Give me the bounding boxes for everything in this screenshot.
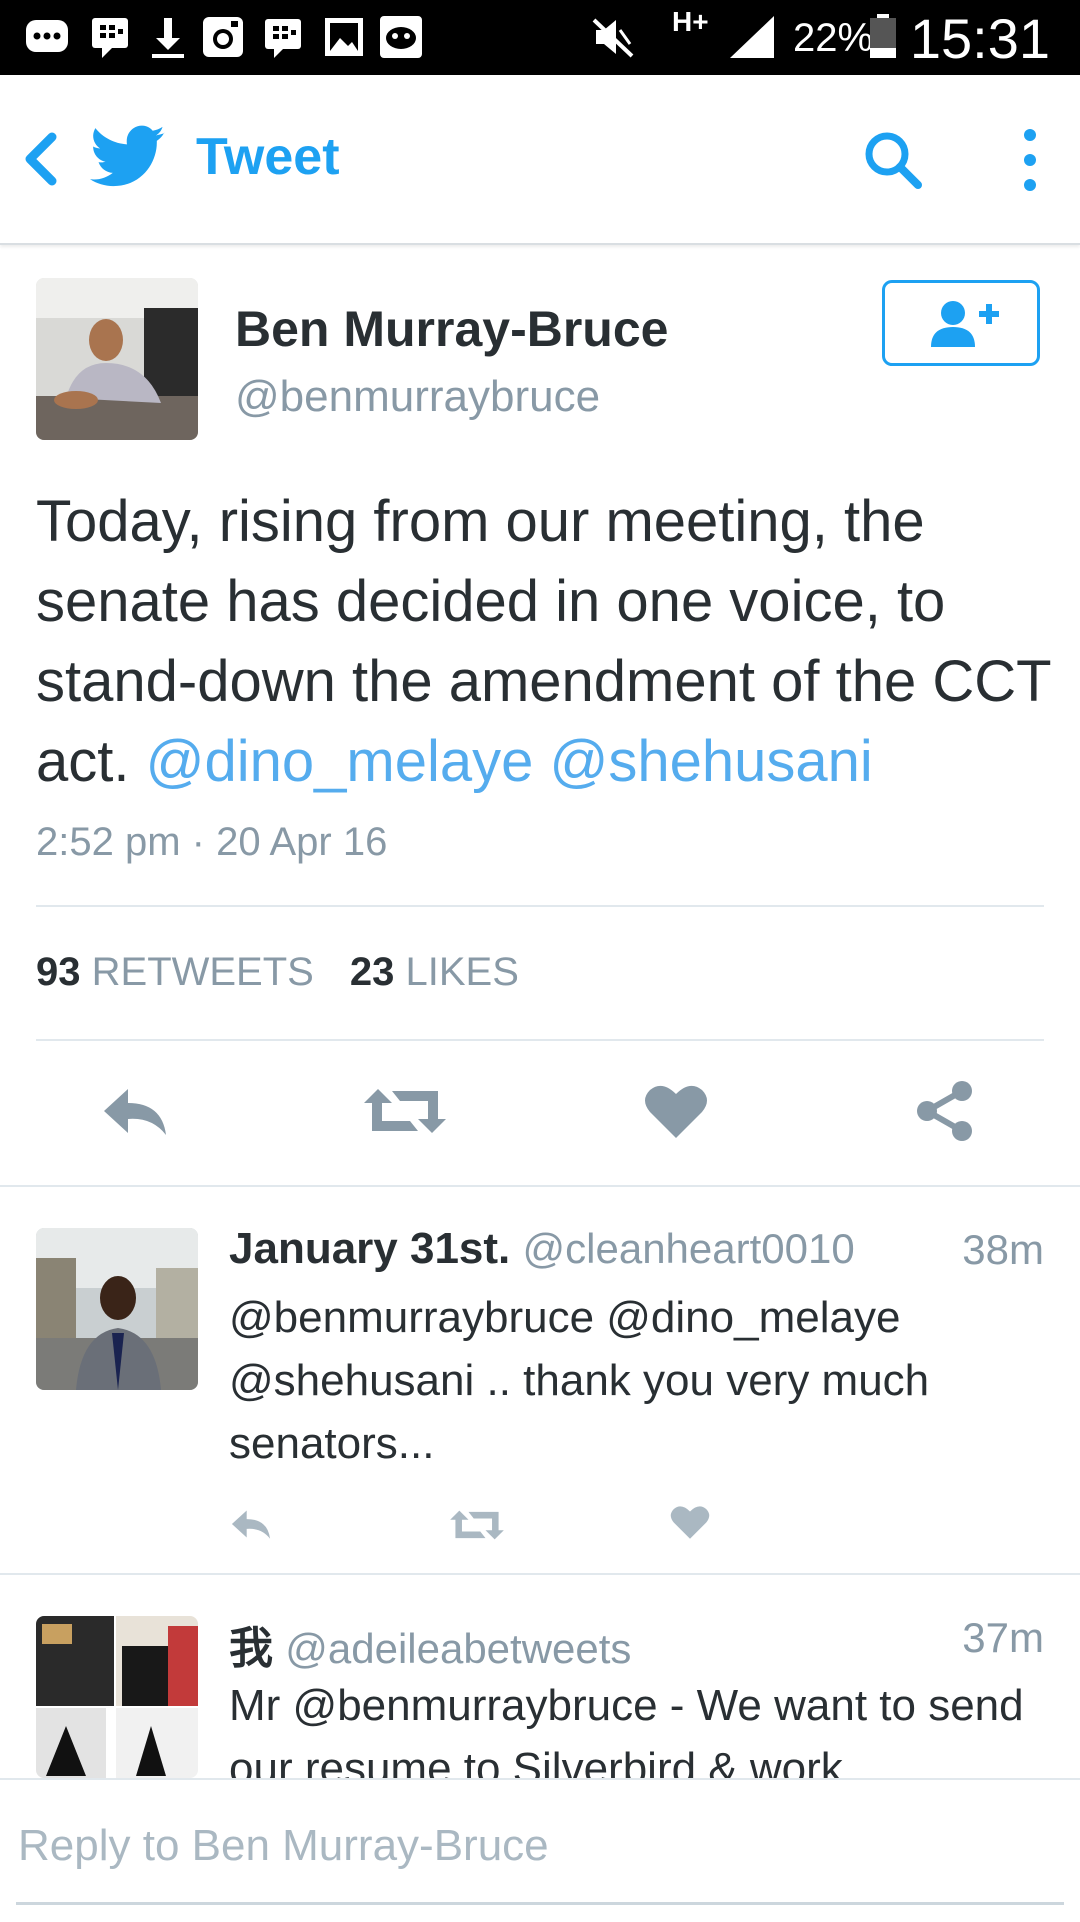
game-icon bbox=[380, 16, 422, 58]
retweets-label: RETWEETS bbox=[91, 950, 314, 994]
reply-text: Mr @benmurraybruce - We want to send our… bbox=[229, 1681, 1024, 1778]
mention-link[interactable]: @shehusani bbox=[550, 729, 873, 794]
add-user-icon bbox=[931, 301, 999, 347]
retweet-icon[interactable] bbox=[364, 1085, 446, 1137]
reply-tweet[interactable]: 我 @adeileabetweets 37m Mr @benmurraybruc… bbox=[0, 1574, 1080, 1778]
author-name[interactable]: Ben Murray-Bruce bbox=[235, 300, 668, 358]
network-type-label: H+ bbox=[672, 6, 709, 37]
reply-author-name: 我 bbox=[229, 1624, 273, 1673]
bbm-chat-icon bbox=[92, 18, 128, 58]
overflow-menu-icon[interactable] bbox=[1005, 125, 1055, 195]
like-heart-icon[interactable] bbox=[644, 1082, 708, 1140]
clock: 15:31 bbox=[909, 7, 1050, 70]
instagram-icon bbox=[203, 17, 243, 57]
engagement-stats: 93 RETWEETS 23 LIKES bbox=[36, 950, 519, 995]
reply-icon[interactable] bbox=[100, 1085, 170, 1137]
app-bar: Tweet bbox=[0, 75, 1080, 245]
download-icon bbox=[152, 18, 184, 58]
reply-avatar[interactable] bbox=[36, 1616, 198, 1778]
mute-icon bbox=[592, 18, 634, 58]
retweets-count: 93 bbox=[36, 950, 81, 994]
reply-tweet[interactable]: January 31st. @cleanheart0010 38m @benmu… bbox=[0, 1186, 1080, 1573]
search-icon[interactable] bbox=[860, 127, 926, 193]
reply-author-handle: @adeileabetweets bbox=[285, 1625, 632, 1672]
gallery-icon bbox=[325, 18, 363, 56]
reply-input[interactable] bbox=[16, 1810, 1068, 1882]
likes-label: LIKES bbox=[405, 950, 519, 994]
battery-icon bbox=[870, 14, 896, 58]
likes-stat[interactable]: 23 LIKES bbox=[350, 950, 519, 994]
bbm-icon-2 bbox=[265, 19, 301, 58]
battery-percent: 22% bbox=[793, 16, 874, 60]
follow-button[interactable] bbox=[882, 280, 1040, 366]
mention-link[interactable]: @dino_melaye bbox=[146, 729, 534, 794]
tweet-timestamp: 2:52 pm · 20 Apr 16 bbox=[36, 820, 388, 864]
author-avatar[interactable] bbox=[36, 278, 198, 440]
signal-icon bbox=[730, 16, 774, 58]
reply-time: 37m bbox=[962, 1614, 1044, 1661]
reply-author-name: January 31st. bbox=[229, 1224, 511, 1273]
reply-composer bbox=[0, 1778, 1080, 1922]
author-handle[interactable]: @benmurraybruce bbox=[235, 372, 600, 422]
retweets-stat[interactable]: 93 RETWEETS bbox=[36, 950, 314, 994]
reply-author-handle: @cleanheart0010 bbox=[522, 1225, 855, 1272]
twitter-bird-icon bbox=[90, 125, 165, 187]
tweet-text: Today, rising from our meeting, the sena… bbox=[36, 482, 1056, 802]
reply-avatar[interactable] bbox=[36, 1228, 198, 1390]
likes-count: 23 bbox=[349, 950, 395, 994]
page-title: Tweet bbox=[196, 128, 340, 186]
divider bbox=[36, 1039, 1044, 1041]
input-underline bbox=[16, 1902, 1064, 1905]
back-arrow-icon[interactable] bbox=[18, 129, 64, 189]
share-icon[interactable] bbox=[914, 1080, 976, 1142]
reply-icon[interactable] bbox=[229, 1508, 273, 1540]
status-bar: H+ 22% 15:31 bbox=[0, 0, 1080, 75]
divider bbox=[36, 905, 1044, 907]
bbm-icon bbox=[26, 20, 68, 52]
retweet-icon[interactable] bbox=[450, 1508, 504, 1542]
reply-time: 38m bbox=[962, 1226, 1044, 1273]
like-heart-icon[interactable] bbox=[670, 1504, 710, 1540]
reply-author[interactable]: January 31st. @cleanheart0010 bbox=[229, 1224, 855, 1274]
reply-text: @benmurraybruce @dino_melaye @shehusani … bbox=[229, 1293, 930, 1468]
reply-author[interactable]: 我 @adeileabetweets bbox=[229, 1612, 631, 1676]
